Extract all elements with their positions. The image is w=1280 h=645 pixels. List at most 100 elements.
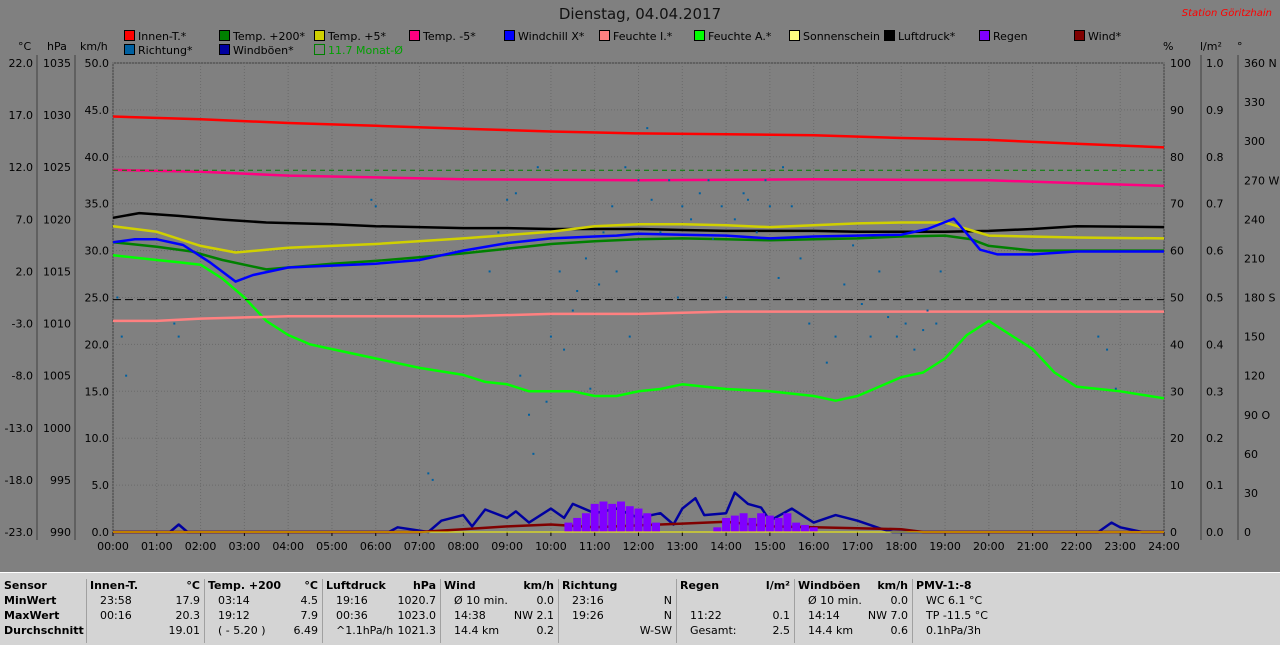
stats-row: 19:12 7.9 <box>208 609 318 623</box>
direction-tick-label: 270 W <box>1244 174 1279 187</box>
direction-point <box>584 257 587 260</box>
direction-point <box>427 472 430 475</box>
stats-value: 6.49 <box>293 624 319 637</box>
direction-point <box>825 361 828 364</box>
stats-column: Innen-T. °C 23:58 17.9 00:16 20.3 19.01 <box>90 579 205 643</box>
direction-point <box>598 283 601 286</box>
stats-value: 2.5 <box>772 624 791 637</box>
stats-column: Regen l/m² 11:22 0.1 Gesamt: 2.5 <box>680 579 795 643</box>
direction-point <box>1097 335 1100 338</box>
direction-point <box>843 283 846 286</box>
stats-label: Ø 10 min. <box>808 594 862 607</box>
humidity-tick-label: 30 <box>1170 385 1184 398</box>
speed-tick-label: 45.0 <box>85 104 110 117</box>
x-tick-label: 15:00 <box>754 540 786 553</box>
direction-point <box>488 270 491 273</box>
direction-point <box>558 270 561 273</box>
speed-tick-label: 30.0 <box>85 245 110 258</box>
direction-point <box>676 296 679 299</box>
stats-column: Wind km/h Ø 10 min. 0.0 14:38 NW 2.1 14.4 km 0.… <box>444 579 559 643</box>
direction-tick-label: 120 <box>1244 370 1265 383</box>
stats-row: 00:36 1023.0 <box>326 609 436 623</box>
stats-label: Regen <box>680 579 720 592</box>
direction-tick-label: 210 <box>1244 252 1265 265</box>
speed-tick-label: 0.0 <box>92 526 110 539</box>
humidity-tick-label: 100 <box>1170 57 1191 70</box>
stats-header: Windböen km/h <box>798 579 908 593</box>
stats-row: Ø 10 min. 0.0 <box>444 594 554 608</box>
direction-point <box>125 374 128 377</box>
direction-point <box>852 244 855 247</box>
stats-value: 4.5 <box>300 594 319 607</box>
direction-point <box>895 335 898 338</box>
rain-bar <box>590 503 599 532</box>
stats-row: W-SW <box>562 624 672 638</box>
stats-value: km/h <box>877 579 908 592</box>
direction-point <box>514 192 517 195</box>
direction-point <box>869 335 872 338</box>
pressure-tick-label: 995 <box>50 474 71 487</box>
stats-value: 0.0 <box>890 594 909 607</box>
pressure-tick-label: 1035 <box>43 57 71 70</box>
direction-point <box>506 198 509 201</box>
stats-row: MaxWert <box>4 609 82 623</box>
speed-tick-label: 35.0 <box>85 198 110 211</box>
stats-value: km/h <box>523 579 554 592</box>
stats-label: Temp. +200 <box>208 579 282 592</box>
x-tick-label: 22:00 <box>1061 540 1093 553</box>
stats-row: 19:26 N <box>562 609 672 623</box>
stats-value: hPa <box>412 579 436 592</box>
stats-row: 14.4 km 0.2 <box>444 624 554 638</box>
direction-point <box>1106 348 1109 351</box>
rain-bar <box>783 513 792 532</box>
rain-bar <box>652 522 661 532</box>
x-tick-label: 24:00 <box>1148 540 1180 553</box>
direction-point <box>628 335 631 338</box>
stats-label: Luftdruck <box>326 579 386 592</box>
rain-bar <box>809 527 818 532</box>
direction-point <box>528 413 531 416</box>
stats-label: Wind <box>444 579 476 592</box>
direction-tick-label: 240 <box>1244 213 1265 226</box>
stats-row: MinWert <box>4 594 82 608</box>
direction-tick-label: 180 S <box>1244 292 1275 305</box>
stats-value: NW 7.0 <box>867 609 908 622</box>
speed-tick-label: 20.0 <box>85 338 110 351</box>
direction-point <box>563 348 566 351</box>
stats-value: 1021.3 <box>397 624 437 637</box>
x-tick-label: 08:00 <box>447 540 479 553</box>
x-tick-label: 18:00 <box>885 540 917 553</box>
temp-tick-label: -23.0 <box>5 526 33 539</box>
temp-tick-label: 2.0 <box>16 265 34 278</box>
direction-point <box>887 316 890 319</box>
rain-bar <box>748 517 757 532</box>
direction-point <box>545 400 548 403</box>
rain-bar <box>581 513 590 532</box>
speed-tick-label: 40.0 <box>85 151 110 164</box>
direction-point <box>668 179 671 182</box>
x-tick-label: 09:00 <box>491 540 523 553</box>
x-tick-label: 11:00 <box>579 540 611 553</box>
pressure-tick-label: 1020 <box>43 213 71 226</box>
direction-point <box>711 237 714 240</box>
stats-column: PMV-1:-8 WC 6.1 °C TP -11.5 °C 0.1hPa/3h <box>916 579 1026 643</box>
direction-tick-label: 300 <box>1244 135 1265 148</box>
direction-tick-label: 330 <box>1244 96 1265 109</box>
direction-point <box>764 179 767 182</box>
humidity-tick-label: 70 <box>1170 198 1184 211</box>
direction-point <box>733 218 736 221</box>
stats-header: Innen-T. °C <box>90 579 200 593</box>
direction-point <box>611 205 614 208</box>
rain-tick-label: 0.9 <box>1206 104 1224 117</box>
humidity-tick-label: 20 <box>1170 432 1184 445</box>
stats-value: 7.9 <box>300 609 319 622</box>
rain-bar <box>643 513 652 532</box>
stats-label: 23:58 <box>100 594 132 607</box>
stats-row: 11:22 0.1 <box>680 609 790 623</box>
x-tick-label: 00:00 <box>97 540 129 553</box>
x-tick-label: 03:00 <box>229 540 261 553</box>
weather-chart: 00:00 01:00 02:00 03:00 04:00 05:00 06:00 07:00… <box>5 55 1279 553</box>
direction-point <box>790 205 793 208</box>
stats-label: TP -11.5 °C <box>926 609 988 622</box>
temp-tick-label: -3.0 <box>12 318 33 331</box>
